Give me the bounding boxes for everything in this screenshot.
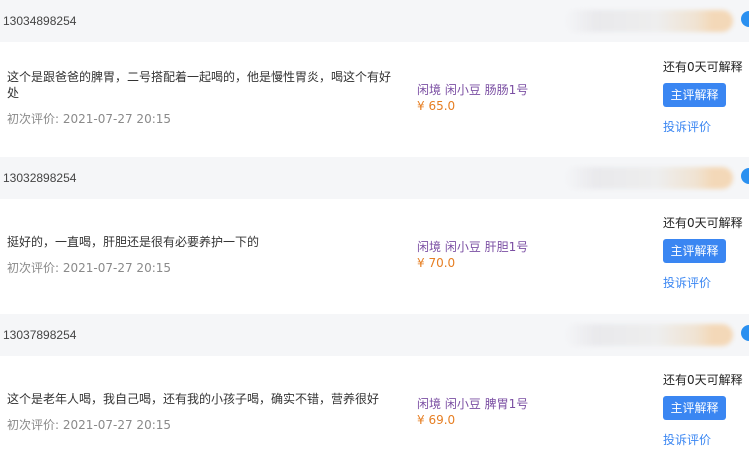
- buyer-phone: 13034898254: [3, 14, 77, 28]
- first-eval-label: 初次评价:: [7, 261, 60, 275]
- explain-button[interactable]: 主评解释: [663, 239, 726, 263]
- remaining-days: 还有0天可解释: [663, 216, 743, 230]
- review-comment: 挺好的，一直喝，肝胆还是很有必要养护一下的: [7, 235, 260, 249]
- product-name[interactable]: 闲境 闲小豆 肝胆1号: [417, 239, 528, 255]
- product-price: ¥ 65.0: [417, 99, 456, 113]
- review-card-header: 13032898254: [0, 157, 749, 199]
- first-eval-row: 初次评价: 2021-07-27 20:15: [7, 417, 171, 433]
- review-card: 13032898254 挺好的，一直喝，肝胆还是很有必要养护一下的 初次评价: …: [0, 157, 749, 314]
- buyer-phone: 13032898254: [3, 171, 77, 185]
- product-name[interactable]: 闲境 闲小豆 肠肠1号: [417, 82, 528, 98]
- first-eval-time: 2021-07-27 20:15: [62, 418, 172, 432]
- remaining-days: 还有0天可解释: [663, 373, 743, 387]
- first-eval-label: 初次评价:: [7, 112, 60, 126]
- explain-button[interactable]: 主评解释: [663, 396, 726, 420]
- complain-link[interactable]: 投诉评价: [663, 119, 711, 135]
- review-card: 13034898254 这个是跟爸爸的脾胃，二号搭配着一起喝的，他是慢性胃炎，喝…: [0, 0, 749, 157]
- blurred-user-info: [565, 167, 733, 189]
- first-eval-time: 2021-07-27 20:15: [62, 261, 172, 275]
- blurred-user-info: [565, 324, 733, 346]
- blurred-user-info: [565, 10, 733, 32]
- buyer-phone: 13037898254: [3, 328, 77, 342]
- product-price: ¥ 70.0: [417, 256, 456, 270]
- complain-link[interactable]: 投诉评价: [663, 275, 711, 291]
- complain-link[interactable]: 投诉评价: [663, 432, 711, 448]
- product-price: ¥ 69.0: [417, 413, 456, 427]
- remaining-days: 还有0天可解释: [663, 60, 743, 74]
- explain-button[interactable]: 主评解释: [663, 83, 726, 107]
- review-list: 13034898254 这个是跟爸爸的脾胃，二号搭配着一起喝的，他是慢性胃炎，喝…: [0, 0, 749, 452]
- first-eval-label: 初次评价:: [7, 418, 60, 432]
- review-card-header: 13034898254: [0, 0, 749, 42]
- first-eval-row: 初次评价: 2021-07-27 20:15: [7, 260, 171, 276]
- review-comment: 这个是跟爸爸的脾胃，二号搭配着一起喝的，他是慢性胃炎，喝这个有好处: [7, 70, 392, 100]
- product-name[interactable]: 闲境 闲小豆 脾胃1号: [417, 396, 528, 412]
- avatar: [741, 325, 749, 341]
- review-comment: 这个是老年人喝，我自己喝，还有我的小孩子喝，确实不错，营养很好: [7, 392, 380, 406]
- avatar: [741, 11, 749, 27]
- avatar: [741, 168, 749, 184]
- review-card: 13037898254 这个是老年人喝，我自己喝，还有我的小孩子喝，确实不错，营…: [0, 314, 749, 452]
- first-eval-row: 初次评价: 2021-07-27 20:15: [7, 111, 171, 127]
- review-card-header: 13037898254: [0, 314, 749, 356]
- first-eval-time: 2021-07-27 20:15: [62, 112, 172, 126]
